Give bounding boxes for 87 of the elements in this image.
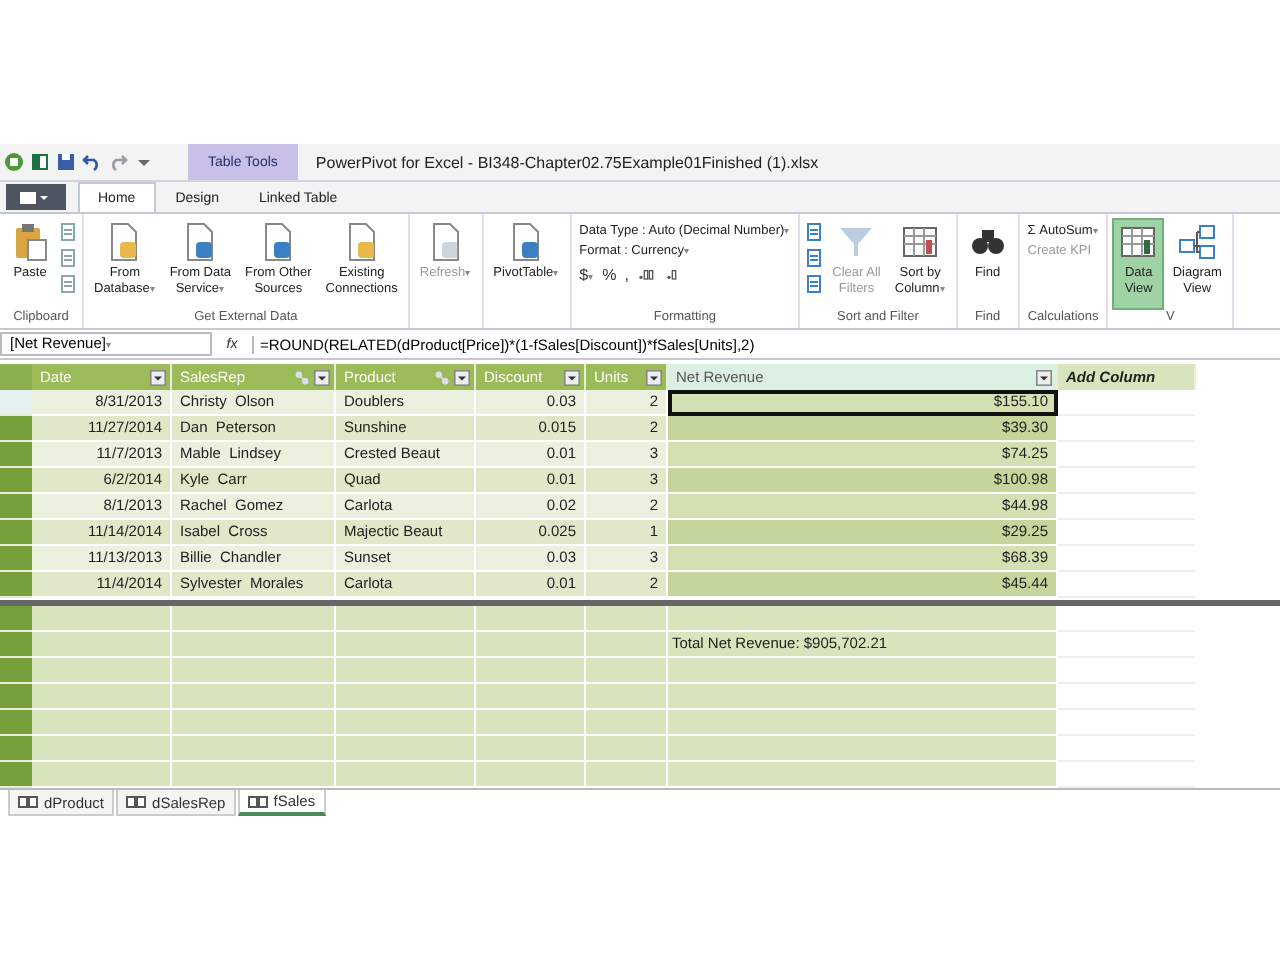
table-icon bbox=[18, 796, 38, 808]
paste-icon bbox=[10, 222, 50, 262]
row-header bbox=[0, 710, 32, 736]
measure-cell[interactable] bbox=[476, 632, 586, 658]
measure-cell[interactable] bbox=[586, 762, 668, 788]
row-header bbox=[0, 762, 32, 788]
row-header bbox=[0, 684, 32, 710]
measure-cell[interactable] bbox=[668, 606, 1058, 632]
row-header bbox=[0, 632, 32, 658]
measure-cell[interactable] bbox=[586, 606, 668, 632]
diagram-icon bbox=[1177, 222, 1218, 262]
measure-cell[interactable] bbox=[586, 684, 668, 710]
excel-icon[interactable] bbox=[30, 152, 50, 172]
measure-cell[interactable] bbox=[336, 684, 476, 710]
filter-dropdown-icon[interactable] bbox=[150, 369, 166, 385]
increase-decimal-icon[interactable] bbox=[636, 264, 657, 284]
measure-cell[interactable] bbox=[476, 736, 586, 762]
measure-cell[interactable] bbox=[336, 710, 476, 736]
row-header[interactable] bbox=[0, 416, 32, 442]
measure-cell[interactable] bbox=[476, 710, 586, 736]
measure-cell[interactable] bbox=[172, 658, 336, 684]
measure-cell[interactable] bbox=[172, 736, 336, 762]
measure-cell[interactable] bbox=[172, 762, 336, 788]
clipboard-icon[interactable] bbox=[58, 274, 78, 294]
filter-dropdown-icon[interactable] bbox=[564, 369, 580, 385]
number-format-button[interactable]: , bbox=[624, 265, 629, 283]
measure-cell[interactable] bbox=[172, 710, 336, 736]
number-format-button[interactable]: % bbox=[602, 265, 617, 283]
table-icon bbox=[126, 796, 147, 808]
measure-cell[interactable] bbox=[172, 684, 336, 710]
measure-cell[interactable] bbox=[668, 710, 1058, 736]
row-header bbox=[0, 658, 32, 684]
undo-icon[interactable] bbox=[82, 152, 102, 172]
measure-cell[interactable] bbox=[32, 762, 172, 788]
measure-cell[interactable] bbox=[336, 658, 476, 684]
measure-cell[interactable] bbox=[586, 710, 668, 736]
measure-cell[interactable] bbox=[32, 684, 172, 710]
measure-cell[interactable] bbox=[668, 762, 1058, 788]
measure-cell[interactable] bbox=[172, 632, 336, 658]
filter-dropdown-icon[interactable] bbox=[646, 369, 662, 385]
measure-cell[interactable] bbox=[32, 736, 172, 762]
row-header[interactable] bbox=[0, 494, 32, 520]
filter-dropdown-icon[interactable] bbox=[454, 369, 470, 385]
measure-cell[interactable] bbox=[336, 606, 476, 632]
filter-dropdown-icon[interactable] bbox=[314, 369, 330, 385]
measure-cell[interactable] bbox=[172, 606, 336, 632]
row-header bbox=[0, 736, 32, 762]
measure-cell[interactable] bbox=[336, 632, 476, 658]
window-title: PowerPivot for Excel - BI348-Chapter02.75Example01Finished (1).xlsx bbox=[315, 153, 819, 171]
measure-cell[interactable] bbox=[32, 606, 172, 632]
save-icon[interactable] bbox=[56, 152, 76, 172]
measure-cell[interactable] bbox=[476, 658, 586, 684]
measure-cell[interactable] bbox=[668, 736, 1058, 762]
row-header[interactable] bbox=[0, 442, 32, 468]
filter-dropdown-icon[interactable] bbox=[1036, 369, 1052, 385]
measure-cell[interactable] bbox=[586, 632, 668, 658]
redo-icon[interactable] bbox=[108, 152, 128, 172]
select-all-corner[interactable] bbox=[0, 364, 32, 390]
measure-cell[interactable] bbox=[476, 606, 586, 632]
measure-cell[interactable] bbox=[336, 762, 476, 788]
table-icon bbox=[247, 795, 268, 807]
funnel-icon bbox=[836, 222, 877, 262]
file-menu-button[interactable] bbox=[6, 184, 66, 210]
grid-icon bbox=[1118, 222, 1159, 262]
measure-cell[interactable] bbox=[476, 762, 586, 788]
measure-cell[interactable] bbox=[668, 658, 1058, 684]
grid-icon bbox=[900, 222, 941, 262]
row-header[interactable] bbox=[0, 572, 32, 598]
measure-cell[interactable] bbox=[586, 736, 668, 762]
row-header[interactable] bbox=[0, 520, 32, 546]
row-header[interactable] bbox=[0, 468, 32, 494]
file-menu-icon bbox=[20, 189, 48, 205]
measure-cell[interactable] bbox=[336, 736, 476, 762]
measure-cell[interactable] bbox=[586, 658, 668, 684]
row-header[interactable] bbox=[0, 546, 32, 572]
measure-cell[interactable] bbox=[668, 684, 1058, 710]
clipboard-icon[interactable] bbox=[58, 248, 78, 268]
measure-cell[interactable] bbox=[476, 684, 586, 710]
clipboard-icon[interactable] bbox=[58, 222, 78, 242]
clear-sort-icon[interactable] bbox=[804, 274, 825, 294]
measure-cell[interactable] bbox=[32, 632, 172, 658]
sort-icon[interactable] bbox=[804, 248, 825, 268]
measure-cell[interactable] bbox=[32, 658, 172, 684]
row-header bbox=[0, 606, 32, 632]
row-header[interactable] bbox=[0, 390, 32, 416]
measure-cell[interactable] bbox=[32, 710, 172, 736]
sort-icon[interactable] bbox=[804, 222, 825, 242]
